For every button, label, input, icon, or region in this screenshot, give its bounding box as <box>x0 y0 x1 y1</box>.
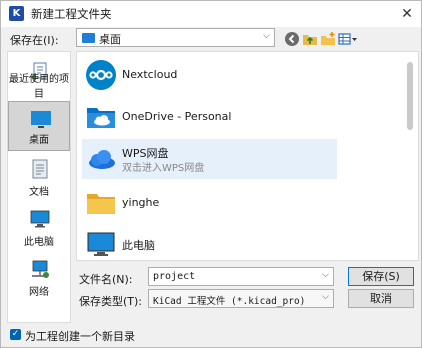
list-item[interactable]: 此电脑 <box>82 224 337 260</box>
list-item[interactable]: Nextcloud <box>82 55 337 95</box>
new-directory-label: 为工程创建一个新目录 <box>25 330 135 343</box>
filetype-select[interactable]: KiCad 工程文件 (*.kicad_pro) ⌵ <box>148 289 334 308</box>
file-name: 此电脑 <box>122 239 155 252</box>
file-subtitle: 双击进入WPS网盘 <box>122 163 205 174</box>
filetype-label: 保存类型(T): <box>79 295 143 308</box>
location-value: 桌面 <box>99 33 121 46</box>
save-in-label: 保存在(I): <box>10 34 59 47</box>
new-project-dialog: K 新建工程文件夹 ✕ 保存在(I): 桌面 ⌵ 最近使用的项目 桌面 文档 此… <box>0 0 422 348</box>
up-folder-icon[interactable] <box>302 31 318 47</box>
chevron-down-icon: ⌵ <box>263 31 270 41</box>
filetype-value: KiCad 工程文件 (*.kicad_pro) <box>153 296 306 307</box>
location-combo[interactable]: 桌面 ⌵ <box>76 28 275 47</box>
new-folder-icon[interactable] <box>320 31 336 47</box>
desktop-small-icon <box>82 33 95 43</box>
window-title: 新建工程文件夹 <box>31 7 112 21</box>
computer-icon <box>30 210 50 228</box>
place-label: 桌面 <box>29 135 49 146</box>
vertical-scrollbar[interactable] <box>407 62 413 130</box>
places-sidebar: 最近使用的项目 桌面 文档 此电脑 网络 <box>7 51 71 323</box>
computer-icon <box>87 232 115 256</box>
back-icon[interactable] <box>284 31 300 47</box>
desktop-icon <box>31 111 51 128</box>
network-icon <box>32 260 49 278</box>
folder-icon <box>87 194 115 214</box>
place-label: 此电脑 <box>24 237 54 248</box>
save-button[interactable]: 保存(S) <box>348 267 414 286</box>
place-network[interactable]: 网络 <box>8 252 70 302</box>
file-list: ▲ Nextcloud OneDrive - Personal <box>76 51 419 261</box>
file-name: yinghe <box>122 196 160 209</box>
view-menu-icon[interactable] <box>338 31 358 47</box>
file-name: Nextcloud <box>122 68 178 81</box>
filename-value: project <box>153 271 196 282</box>
chevron-down-icon[interactable]: ⌵ <box>322 270 329 280</box>
place-desktop[interactable]: 桌面 <box>8 101 70 151</box>
kicad-app-icon: K <box>9 6 24 21</box>
nextcloud-icon <box>86 60 116 90</box>
documents-icon <box>32 159 48 179</box>
cancel-button[interactable]: 取消 <box>348 289 414 308</box>
place-label: 最近使用的项目 <box>9 74 69 100</box>
onedrive-folder-icon <box>87 108 115 128</box>
filename-label: 文件名(N): <box>79 273 133 286</box>
place-documents[interactable]: 文档 <box>8 152 70 202</box>
filename-input[interactable]: project ⌵ <box>148 267 334 286</box>
list-item[interactable]: OneDrive - Personal <box>82 97 337 137</box>
close-button[interactable]: ✕ <box>393 1 421 27</box>
file-name: OneDrive - Personal <box>122 110 232 123</box>
title-bar: K 新建工程文件夹 ✕ <box>1 1 421 27</box>
wps-cloud-icon <box>89 150 115 169</box>
place-computer[interactable]: 此电脑 <box>8 202 70 252</box>
place-label: 文档 <box>29 187 49 198</box>
place-recent[interactable]: 最近使用的项目 <box>8 54 70 104</box>
list-item[interactable]: WPS网盘 双击进入WPS网盘 <box>82 139 337 179</box>
chevron-down-icon[interactable]: ⌵ <box>322 292 329 302</box>
place-label: 网络 <box>29 287 49 298</box>
list-item[interactable]: yinghe <box>82 183 337 223</box>
new-directory-checkbox[interactable]: ✓ <box>10 329 21 340</box>
